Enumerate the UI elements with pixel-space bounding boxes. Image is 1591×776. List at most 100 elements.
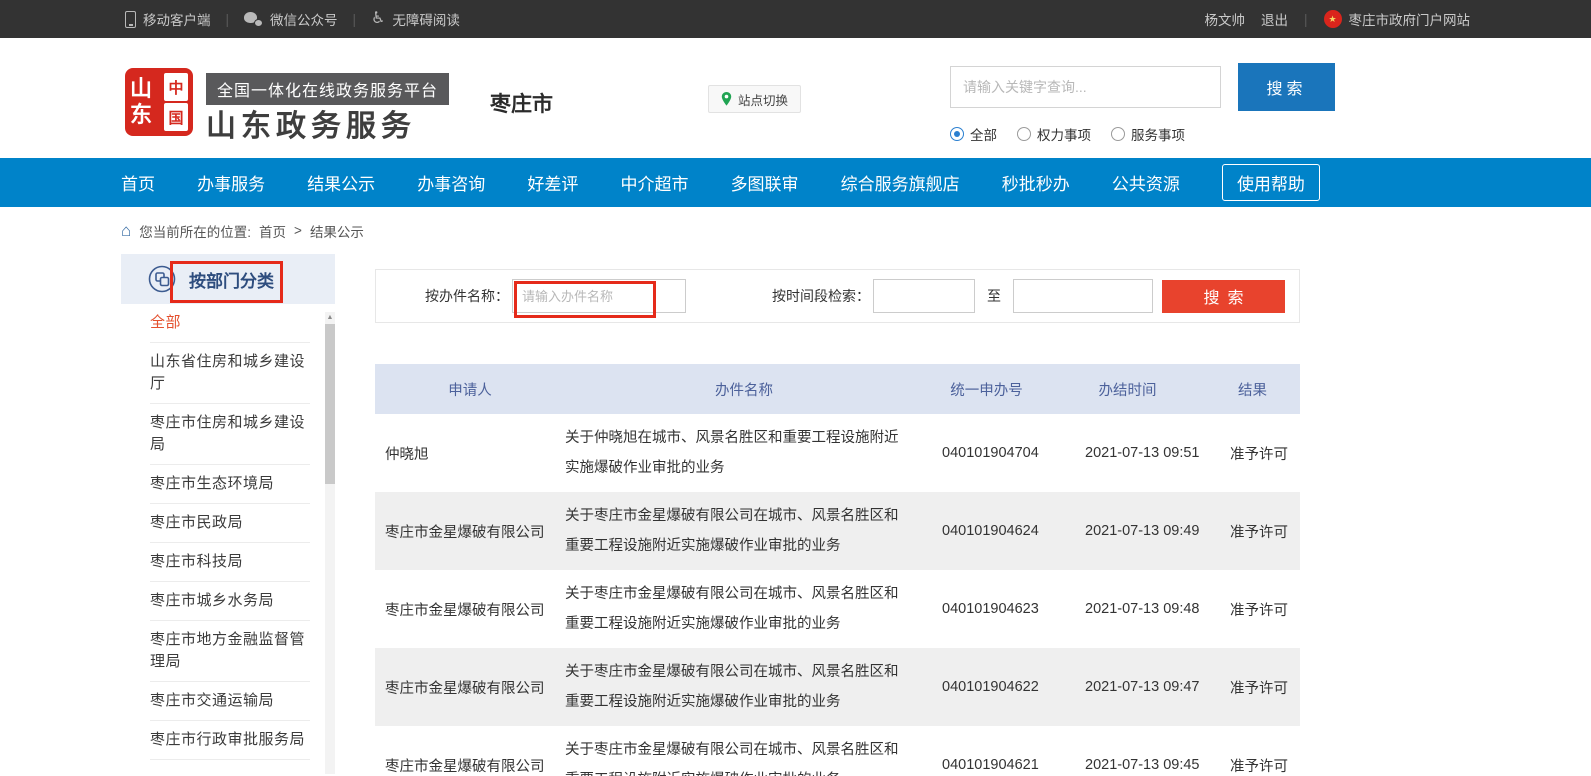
radio-unselected-icon bbox=[1017, 127, 1031, 141]
shandong-seal-logo[interactable]: 山东 中 国 bbox=[125, 68, 193, 136]
sidebar-header: 按部门分类 bbox=[121, 254, 335, 304]
site-switch-button[interactable]: 站点切换 bbox=[708, 85, 801, 113]
table-header-row: 申请人 办件名称 统一申办号 办结时间 结果 bbox=[375, 364, 1300, 414]
top-utility-bar: 移动客户端 | 微信公众号 | ♿ 无障碍阅读 杨文帅 退出 | ★ 枣庄市政府… bbox=[0, 0, 1591, 38]
radio-service-items[interactable]: 服务事项 bbox=[1111, 124, 1185, 144]
nav-public-resources[interactable]: 公共资源 bbox=[1112, 170, 1180, 195]
table-row: 枣庄市金星爆破有限公司 关于枣庄市金星爆破有限公司在城市、风景名胜区和重要工程设… bbox=[375, 492, 1300, 570]
time-to-input[interactable] bbox=[1013, 279, 1153, 313]
cell-title: 关于枣庄市金星爆破有限公司在城市、风景名胜区和重要工程设施附近实施爆破作业审批的… bbox=[565, 735, 923, 776]
seal-right-text: 中 国 bbox=[164, 73, 188, 131]
cell-result: 准予许可 bbox=[1205, 755, 1300, 776]
cell-serial: 040101904704 bbox=[923, 445, 1050, 461]
radio-selected-icon bbox=[950, 127, 964, 141]
scrollbar-thumb[interactable] bbox=[325, 324, 335, 484]
sidebar-item[interactable]: 枣庄市地方金融监督管理局 bbox=[150, 621, 310, 682]
department-sidebar: 按部门分类 全部 山东省住房和城乡建设厅 枣庄市住房和城乡建设局 枣庄市生态环境… bbox=[121, 254, 335, 760]
logout-link[interactable]: 退出 bbox=[1261, 9, 1288, 29]
site-title: 山东政务服务 bbox=[206, 101, 416, 145]
nav-services[interactable]: 办事服务 bbox=[197, 170, 265, 195]
cell-applicant: 枣庄市金星爆破有限公司 bbox=[375, 599, 565, 620]
table-row: 枣庄市金星爆破有限公司 关于枣庄市金星爆破有限公司在城市、风景名胜区和重要工程设… bbox=[375, 726, 1300, 776]
radio-power-items[interactable]: 权力事项 bbox=[1017, 124, 1091, 144]
sidebar-item[interactable]: 枣庄市住房和城乡建设局 bbox=[150, 404, 310, 465]
results-content: 按办件名称： 按时间段检索： 至 搜索 申请人 办件名称 统一申办号 办结时间 … bbox=[375, 269, 1300, 776]
city-name: 枣庄市 bbox=[490, 88, 553, 118]
item-name-label: 按办件名称： bbox=[425, 286, 509, 306]
site-switch-label: 站点切换 bbox=[738, 90, 788, 109]
cell-serial: 040101904623 bbox=[923, 601, 1050, 617]
cell-title: 关于枣庄市金星爆破有限公司在城市、风景名胜区和重要工程设施附近实施爆破作业审批的… bbox=[565, 657, 923, 717]
main-navigation: 首页 办事服务 结果公示 办事咨询 好差评 中介超市 多图联审 综合服务旗舰店 … bbox=[0, 158, 1591, 207]
cell-applicant: 仲晓旭 bbox=[375, 443, 565, 464]
wechat-account-link[interactable]: 微信公众号 bbox=[244, 9, 338, 29]
cell-time: 2021-07-13 09:49 bbox=[1050, 523, 1205, 539]
cell-time: 2021-07-13 09:51 bbox=[1050, 445, 1205, 461]
cell-serial: 040101904624 bbox=[923, 523, 1050, 539]
col-time: 办结时间 bbox=[1050, 379, 1205, 400]
cell-applicant: 枣庄市金星爆破有限公司 bbox=[375, 521, 565, 542]
cell-time: 2021-07-13 09:47 bbox=[1050, 679, 1205, 695]
filter-bar: 按办件名称： 按时间段检索： 至 搜索 bbox=[375, 269, 1300, 323]
home-icon: ⌂ bbox=[121, 222, 131, 239]
sidebar-scrollbar[interactable]: ▲ bbox=[325, 312, 335, 774]
results-table: 申请人 办件名称 统一申办号 办结时间 结果 仲晓旭 关于仲晓旭在城市、风景名胜… bbox=[375, 364, 1300, 776]
sidebar-item-all[interactable]: 全部 bbox=[150, 304, 310, 343]
gov-portal-link[interactable]: ★ 枣庄市政府门户网站 bbox=[1324, 9, 1471, 29]
sidebar-item[interactable]: 枣庄市行政审批服务局 bbox=[150, 721, 310, 760]
table-row: 仲晓旭 关于仲晓旭在城市、风景名胜区和重要工程设施附近实施爆破作业审批的业务 0… bbox=[375, 414, 1300, 492]
mobile-client-label: 移动客户端 bbox=[143, 9, 211, 29]
sidebar-item[interactable]: 枣庄市生态环境局 bbox=[150, 465, 310, 504]
cell-result: 准予许可 bbox=[1205, 599, 1300, 620]
col-serial: 统一申办号 bbox=[923, 379, 1050, 400]
sidebar-item[interactable]: 枣庄市城乡水务局 bbox=[150, 582, 310, 621]
cell-result: 准予许可 bbox=[1205, 443, 1300, 464]
radio-all[interactable]: 全部 bbox=[950, 124, 997, 144]
keyword-search-input[interactable] bbox=[950, 66, 1221, 108]
gov-portal-label: 枣庄市政府门户网站 bbox=[1349, 9, 1471, 29]
topbar-right-links: 杨文帅 退出 | ★ 枣庄市政府门户网站 bbox=[1204, 0, 1470, 38]
cell-serial: 040101904622 bbox=[923, 679, 1050, 695]
cell-result: 准予许可 bbox=[1205, 677, 1300, 698]
to-label: 至 bbox=[987, 286, 1001, 306]
table-row: 枣庄市金星爆破有限公司 关于枣庄市金星爆破有限公司在城市、风景名胜区和重要工程设… bbox=[375, 570, 1300, 648]
divider: | bbox=[353, 12, 357, 27]
nav-results[interactable]: 结果公示 bbox=[307, 170, 375, 195]
col-title: 办件名称 bbox=[565, 379, 923, 400]
mobile-client-link[interactable]: 移动客户端 bbox=[125, 9, 211, 29]
cell-result: 准予许可 bbox=[1205, 521, 1300, 542]
cell-title: 关于枣庄市金星爆破有限公司在城市、风景名胜区和重要工程设施附近实施爆破作业审批的… bbox=[565, 501, 923, 561]
sidebar-title: 按部门分类 bbox=[189, 267, 274, 292]
scrollbar-up-arrow[interactable]: ▲ bbox=[325, 312, 335, 323]
nav-joint-review[interactable]: 多图联审 bbox=[731, 170, 799, 195]
nav-home[interactable]: 首页 bbox=[121, 170, 155, 195]
nav-intermediary[interactable]: 中介超市 bbox=[620, 170, 688, 195]
national-emblem-icon: ★ bbox=[1324, 10, 1342, 28]
col-applicant: 申请人 bbox=[375, 379, 565, 400]
header-search-button[interactable]: 搜索 bbox=[1238, 63, 1335, 111]
sidebar-item[interactable]: 山东省住房和城乡建设厅 bbox=[150, 343, 310, 404]
divider: | bbox=[226, 12, 230, 27]
sidebar-item[interactable]: 枣庄市交通运输局 bbox=[150, 682, 310, 721]
nav-rating[interactable]: 好差评 bbox=[527, 170, 578, 195]
breadcrumb: ⌂ 您当前所在的位置: 首页 > 结果公示 bbox=[121, 207, 1591, 254]
nav-instant-approval[interactable]: 秒批秒办 bbox=[1002, 170, 1070, 195]
table-row: 枣庄市金星爆破有限公司 关于枣庄市金星爆破有限公司在城市、风景名胜区和重要工程设… bbox=[375, 648, 1300, 726]
filter-search-button[interactable]: 搜索 bbox=[1162, 280, 1285, 313]
col-result: 结果 bbox=[1205, 379, 1300, 400]
cell-time: 2021-07-13 09:45 bbox=[1050, 757, 1205, 773]
sidebar-item[interactable]: 枣庄市科技局 bbox=[150, 543, 310, 582]
nav-flagship-store[interactable]: 综合服务旗舰店 bbox=[841, 170, 960, 195]
breadcrumb-prefix: 您当前所在的位置: bbox=[139, 221, 251, 241]
time-from-input[interactable] bbox=[873, 279, 975, 313]
seal-left-text: 山东 bbox=[130, 73, 161, 131]
cell-time: 2021-07-13 09:48 bbox=[1050, 601, 1205, 617]
item-name-input[interactable] bbox=[512, 279, 686, 313]
breadcrumb-home-link[interactable]: 首页 bbox=[259, 221, 286, 241]
sidebar-item[interactable]: 枣庄市民政局 bbox=[150, 504, 310, 543]
nav-help[interactable]: 使用帮助 bbox=[1222, 164, 1320, 201]
accessibility-link[interactable]: ♿ 无障碍阅读 bbox=[371, 9, 460, 29]
breadcrumb-separator: > bbox=[294, 223, 302, 238]
nav-consult[interactable]: 办事咨询 bbox=[417, 170, 485, 195]
username-link[interactable]: 杨文帅 bbox=[1204, 9, 1245, 29]
